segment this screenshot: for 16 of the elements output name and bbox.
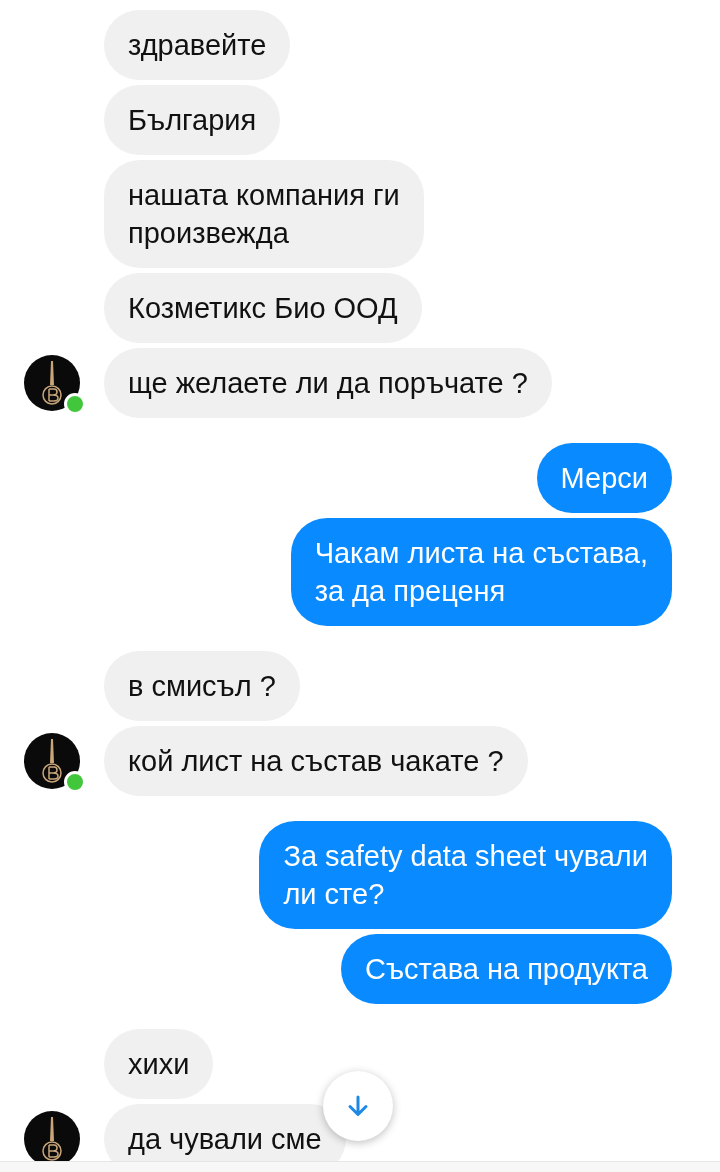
message-bubble: За safety data sheet чували ли сте?	[259, 821, 672, 929]
avatar-icon	[24, 355, 80, 411]
arrow-down-icon	[345, 1093, 371, 1119]
message-bubble: здравейте	[104, 10, 291, 80]
message-bubble: в смисъл ?	[104, 651, 300, 721]
message-bubble: хихи	[104, 1029, 214, 1099]
message-bubble: нашата компания ги произвежда	[104, 160, 424, 268]
message-bubble: Мерси	[536, 443, 672, 513]
message-bubble: кой лист на състав чакате ?	[104, 726, 528, 796]
avatar-icon	[24, 733, 80, 789]
message-bubble: ще желаете ли да поръчате ?	[104, 348, 552, 418]
message-bubble: България	[104, 85, 281, 155]
scroll-down-button[interactable]	[323, 1071, 393, 1141]
message-bubble: Състава на продукта	[341, 934, 672, 1004]
message-bubble: Чакам листа на състава, за да преценя	[290, 518, 672, 626]
message-bubble: Козметикс Био ООД	[104, 273, 422, 343]
